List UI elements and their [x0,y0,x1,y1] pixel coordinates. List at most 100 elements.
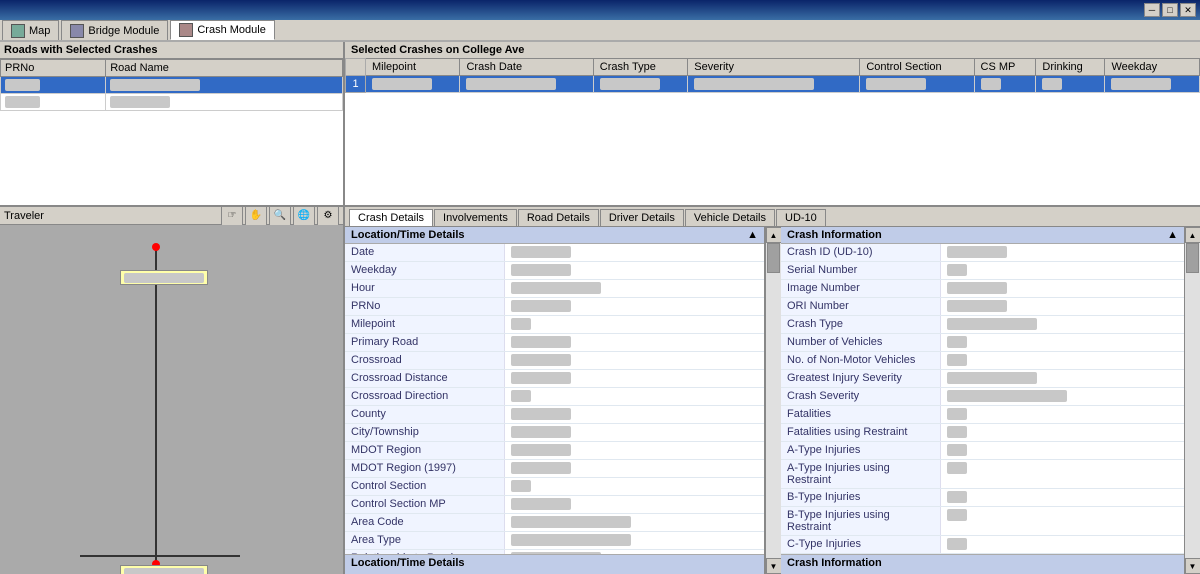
tab-bridge-label: Bridge Module [88,25,159,37]
location-scrollbar[interactable]: ▲ ▼ [765,227,781,574]
window-controls[interactable]: ─ □ ✕ [1144,3,1196,17]
roads-col-prno[interactable]: PRNo [1,60,106,77]
crash-info-field-row: A-Type Injuries [781,442,1184,460]
crashes-col-type[interactable]: Crash Type [593,59,687,76]
roads-col-name[interactable]: Road Name [106,60,343,77]
tab-crash-details-label: Crash Details [358,212,424,224]
crash-info-field-label: Fatalities using Restraint [781,424,941,441]
pointer-tool[interactable]: ☞ [221,207,243,226]
traveler-panel: Traveler ☞ ✋ 🔍 🌐 ⚙ [0,207,345,574]
crash-scroll-track[interactable] [1185,243,1200,558]
location-field-value [505,478,764,495]
map-icon [11,24,25,38]
details-content: Location/Time Details ▲ DateWeekdayHourP… [345,227,1200,574]
crash-info-field-row: Greatest Injury Severity [781,370,1184,388]
location-field-label: Control Section [345,478,505,495]
tab-crash[interactable]: Crash Module [170,20,274,40]
location-field-value [505,262,764,279]
location-field-row: City/Township [345,424,764,442]
tab-crash-label: Crash Module [197,24,265,36]
tab-road-details[interactable]: Road Details [518,209,599,226]
roads-panel: Roads with Selected Crashes PRNo Road Na… [0,42,345,205]
maximize-button[interactable]: □ [1162,3,1178,17]
crash-info-field-value [941,388,1184,405]
location-field-row: Control Section [345,478,764,496]
crash-info-field-row: Fatalities using Restraint [781,424,1184,442]
crash-scroll-up-btn[interactable]: ▲ [1185,227,1200,243]
crash-info-field-label: Fatalities [781,406,941,423]
tab-bridge[interactable]: Bridge Module [61,20,168,40]
top-section: Roads with Selected Crashes PRNo Road Na… [0,42,1200,207]
map-point-start [152,243,160,251]
crash-info-field-row: A-Type Injuries using Restraint [781,460,1184,489]
crash-scroll-thumb[interactable] [1186,243,1199,273]
tab-crash-details[interactable]: Crash Details [349,209,433,226]
crashes-table-wrap[interactable]: Milepoint Crash Date Crash Type Severity… [345,58,1200,205]
minimize-button[interactable]: ─ [1144,3,1160,17]
crashes-col-weekday[interactable]: Weekday [1105,59,1200,76]
crashes-col-severity[interactable]: Severity [688,59,860,76]
location-time-collapse[interactable]: ▲ [747,229,758,241]
crashes-col-drinking[interactable]: Drinking [1036,59,1105,76]
location-field-value [505,388,764,405]
crashes-title-text: Selected Crashes on College Ave [351,44,524,56]
location-time-scroll[interactable]: DateWeekdayHourPRNoMilepointPrimary Road… [345,244,764,554]
crash-info-collapse[interactable]: ▲ [1167,229,1178,241]
scroll-up-btn[interactable]: ▲ [766,227,782,243]
crash-csmp [974,76,1036,93]
location-field-row: Crossroad [345,352,764,370]
zoom-tool[interactable]: 🔍 [269,207,291,226]
location-field-row: Control Section MP [345,496,764,514]
table-row[interactable] [1,77,343,94]
scroll-thumb[interactable] [767,243,780,273]
roads-table[interactable]: PRNo Road Name [0,59,343,205]
title-bar: ─ □ ✕ [0,0,1200,20]
location-field-label: Milepoint [345,316,505,333]
crash-scroll-down-btn[interactable]: ▼ [1185,558,1200,574]
scroll-track[interactable] [766,243,781,558]
crash-info-field-value [941,244,1184,261]
crash-info-field-value [941,507,1184,535]
tab-vehicle-details[interactable]: Vehicle Details [685,209,775,226]
location-field-row: Area Code [345,514,764,532]
location-field-value [505,370,764,387]
crashes-col-csmp[interactable]: CS MP [974,59,1036,76]
crash-info-title-text: Crash Information [787,229,882,241]
crash-info-scrollbar[interactable]: ▲ ▼ [1184,227,1200,574]
details-tab-bar: Crash Details Involvements Road Details … [345,207,1200,227]
location-field-row: Milepoint [345,316,764,334]
roads-panel-title: Roads with Selected Crashes [4,44,157,56]
scroll-down-btn[interactable]: ▼ [766,558,782,574]
table-row[interactable] [1,94,343,111]
tab-driver-details[interactable]: Driver Details [600,209,684,226]
crash-info-field-label: A-Type Injuries [781,442,941,459]
crash-info-field-value [941,262,1184,279]
globe-tool[interactable]: 🌐 [293,207,315,226]
traveler-map [0,225,343,574]
crashes-col-control-section[interactable]: Control Section [860,59,974,76]
location-field-value [505,442,764,459]
tab-map[interactable]: Map [2,20,59,40]
traveler-toolbar[interactable]: ☞ ✋ 🔍 🌐 ⚙ [221,207,339,226]
bottom-section: Traveler ☞ ✋ 🔍 🌐 ⚙ [0,207,1200,574]
table-row[interactable]: 1 [346,76,1200,93]
crash-info-field-label: B-Type Injuries using Restraint [781,507,941,535]
crash-icon [179,23,193,37]
crash-info-scroll[interactable]: Crash ID (UD-10)Serial NumberImage Numbe… [781,244,1184,554]
close-button[interactable]: ✕ [1180,3,1196,17]
location-field-value [505,334,764,351]
crash-info-field-row: No. of Non-Motor Vehicles [781,352,1184,370]
crash-info-panel: Crash Information ▲ Crash ID (UD-10)Seri… [781,227,1184,574]
crashes-col-num [346,59,366,76]
tab-involvements[interactable]: Involvements [434,209,517,226]
road-prno [1,77,106,94]
crashes-col-milepoint[interactable]: Milepoint [366,59,460,76]
crashes-col-date[interactable]: Crash Date [460,59,593,76]
hand-tool[interactable]: ✋ [245,207,267,226]
location-field-label: MDOT Region [345,442,505,459]
crash-info-field-label: Greatest Injury Severity [781,370,941,387]
tab-ud10[interactable]: UD-10 [776,209,826,226]
settings-tool[interactable]: ⚙ [317,207,339,226]
location-field-label: PRNo [345,298,505,315]
crash-date [460,76,593,93]
